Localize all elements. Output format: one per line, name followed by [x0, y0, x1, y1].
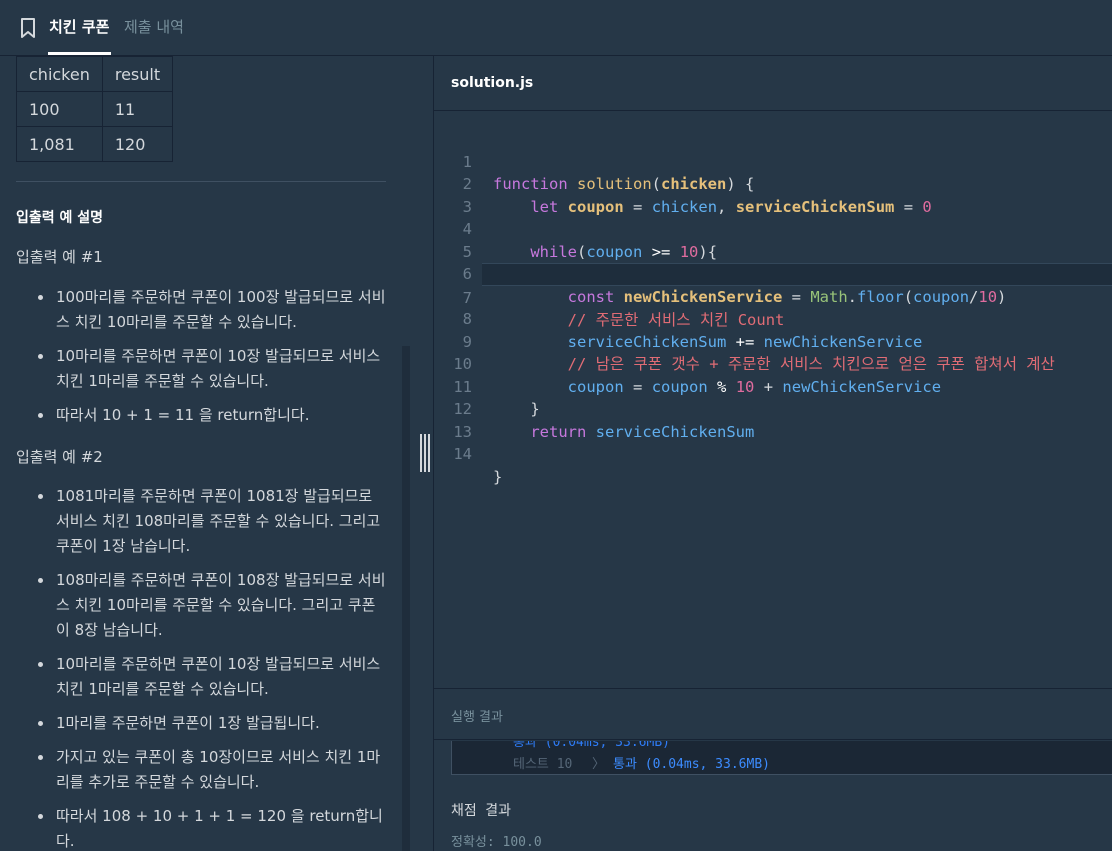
list-item: 따라서 10 + 1 = 11 을 return합니다.: [36, 403, 386, 428]
test-case-label: 테스트 10: [513, 757, 573, 772]
result-label: 실행 결과: [451, 710, 503, 725]
code-line: 3: [434, 173, 1112, 216]
example-2-list: 1081마리를 주문하면 쿠폰이 1081장 발급되므로 서비스 치킨 108마…: [36, 484, 386, 851]
editor-pane: solution.js 1 function solution(chicken)…: [433, 56, 1112, 851]
section-divider: [16, 181, 386, 182]
code-line: 8 serviceChickenSum += newChickenService: [434, 286, 1112, 351]
result-output[interactable]: 통과 (0.04ms, 33.6MB) 테스트 10 〉 통과 (0.04ms,…: [451, 741, 1112, 775]
code-line-active: 7 // 주문한 서비스 치킨 Count: [463, 263, 1112, 329]
table-row: 1,081 120: [16, 126, 174, 162]
table-header-result: result: [101, 56, 174, 92]
top-tab-bar: 치킨 쿠폰 제출 내역: [0, 0, 1112, 56]
code-line: 1 function solution(chicken) {: [434, 128, 1112, 194]
code-editor[interactable]: 1 function solution(chicken) { 2 let cou…: [434, 112, 1112, 688]
code-line: 11 }: [434, 353, 1112, 419]
code-line: 6 const newChickenService = Math.floor(c…: [434, 241, 1112, 306]
test-pass-status: 통과 (0.04ms, 33.6MB): [613, 757, 770, 772]
list-item: 가지고 있는 쿠폰이 총 10장이므로 서비스 치킨 1마리를 추가로 주문할 …: [36, 745, 386, 795]
list-item: 10마리를 주문하면 쿠폰이 10장 발급되므로 서비스 치킨 1마리를 주문할…: [36, 652, 386, 702]
result-header: 실행 결과: [434, 688, 1112, 740]
resize-grip-line: [424, 434, 426, 472]
table-cell: 1,081: [16, 126, 103, 162]
accuracy-score: 정확성: 100.0: [451, 835, 542, 850]
list-item: 10마리를 주문하면 쿠폰이 10장 발급되므로 서비스 치킨 1마리를 주문할…: [36, 344, 386, 394]
line-number: 6: [462, 265, 472, 283]
chevron-right-icon: 〉: [592, 757, 606, 772]
list-item: 100마리를 주문하면 쿠폰이 100장 발급되므로 서비스 치킨 10마리를 …: [36, 285, 386, 335]
result-row-partial: 통과 (0.04ms, 33.6MB): [513, 741, 670, 750]
code-line: 12 return serviceChickenSum: [434, 376, 1112, 441]
code-line: 10 coupon = coupon % 10 + newChickenServ…: [434, 331, 1112, 396]
table-cell: 11: [101, 91, 174, 127]
example-1-list: 100마리를 주문하면 쿠폰이 100장 발급되므로 서비스 치킨 10마리를 …: [36, 285, 386, 437]
left-pane-scrollbar[interactable]: [402, 346, 410, 851]
tab-submissions[interactable]: 제출 내역: [124, 0, 184, 56]
code-line: 9 // 남은 쿠폰 갯수 + 주문한 서비스 치킨으로 얻은 쿠폰 합쳐서 계…: [434, 308, 1112, 374]
active-tab-indicator: [48, 52, 111, 55]
code-line: 4 while(coupon >= 10){: [434, 196, 1112, 261]
code-line: 2 let coupon = chicken, serviceChickenSu…: [434, 151, 1112, 216]
table-cell: 100: [16, 91, 103, 127]
resize-grip-line: [420, 434, 422, 472]
list-item: 따라서 108 + 10 + 1 + 1 = 120 을 return합니다.: [36, 804, 386, 851]
table-row: 100 11: [16, 91, 174, 127]
list-item: 108마리를 주문하면 쿠폰이 108장 발급되므로 서비스 치킨 10마리를 …: [36, 568, 386, 643]
code-line: 13: [434, 398, 1112, 441]
grading-title: 채점 결과: [451, 803, 511, 819]
table-header-row: chicken result: [16, 56, 174, 92]
bookmark-icon[interactable]: [19, 17, 37, 39]
code-text: }: [493, 467, 503, 486]
section-title: 입출력 예 설명: [16, 210, 104, 226]
resize-grip-line: [428, 434, 430, 472]
tab-problem[interactable]: 치킨 쿠폰: [49, 0, 109, 56]
code-line: 5 // 쿠폰으로 치킨 주문: [434, 218, 1112, 284]
example-2-title: 입출력 예 #2: [16, 448, 103, 466]
pane-resize-handle[interactable]: [419, 434, 431, 472]
io-example-table: chicken result 100 11 1,081 120: [16, 56, 174, 162]
example-1-title: 입출력 예 #1: [16, 248, 103, 266]
line-number: 14: [453, 445, 472, 463]
list-item: 1마리를 주문하면 쿠폰이 1장 발급됩니다.: [36, 711, 386, 736]
list-item: 1081마리를 주문하면 쿠폰이 1081장 발급되므로 서비스 치킨 108마…: [36, 484, 386, 559]
problem-description-pane: chicken result 100 11 1,081 120 입출력 예 설명…: [0, 56, 412, 851]
file-name: solution.js: [451, 75, 534, 91]
table-cell: 120: [101, 126, 174, 162]
table-header-chicken: chicken: [16, 56, 103, 92]
file-header: solution.js: [434, 56, 1112, 111]
code-line: 14 }: [434, 421, 1112, 486]
